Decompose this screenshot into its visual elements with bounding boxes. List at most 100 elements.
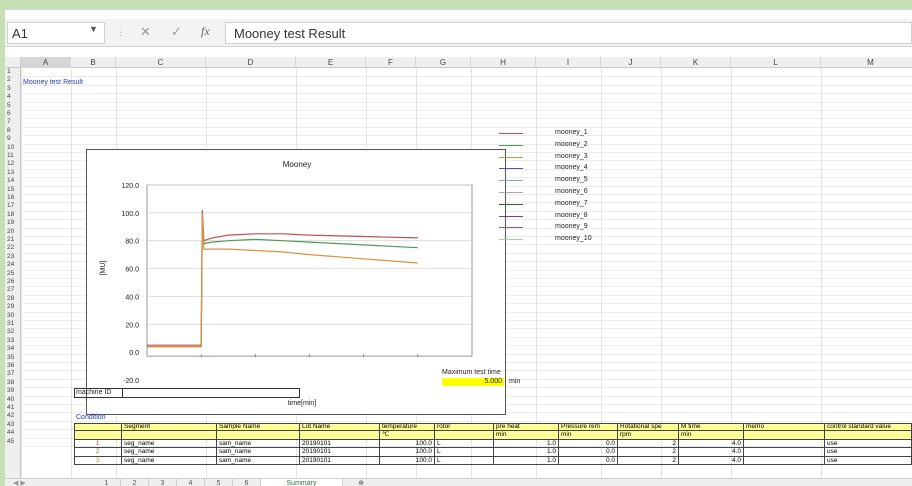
table-cell[interactable]: 20190101 xyxy=(300,456,380,465)
table-unit-cell[interactable] xyxy=(217,431,300,440)
table-cell[interactable]: 2 xyxy=(618,448,679,457)
column-header-a[interactable]: A xyxy=(21,57,71,68)
max-test-time-value[interactable]: 5.000 xyxy=(442,378,504,386)
cancel-icon[interactable]: ✕ xyxy=(140,24,151,40)
column-header-j[interactable]: J xyxy=(601,57,661,68)
table-cell[interactable]: 0.0 xyxy=(559,456,618,465)
table-unit-blank[interactable] xyxy=(74,431,122,440)
row-header-3[interactable]: 3 xyxy=(5,85,21,93)
table-cell[interactable]: 20190101 xyxy=(300,448,380,457)
row-header-18[interactable]: 18 xyxy=(5,211,21,219)
row-header-9[interactable]: 9 xyxy=(5,135,21,143)
row-header-24[interactable]: 24 xyxy=(5,261,21,269)
column-header-h[interactable]: H xyxy=(471,57,536,68)
table-cell[interactable] xyxy=(744,456,825,465)
column-header-m[interactable]: M xyxy=(821,57,912,68)
table-cell[interactable]: 4.0 xyxy=(679,439,744,449)
row-header-7[interactable]: 7 xyxy=(5,118,21,126)
table-unit-cell[interactable] xyxy=(744,431,825,440)
table-unit-cell[interactable] xyxy=(435,431,494,440)
table-header-cell[interactable]: rotor xyxy=(435,423,494,432)
column-header-i[interactable]: I xyxy=(536,57,601,68)
row-header-20[interactable]: 20 xyxy=(5,228,21,236)
row-header-16[interactable]: 16 xyxy=(5,194,21,202)
table-cell[interactable]: 100.0 xyxy=(380,439,435,449)
add-sheet-icon[interactable]: ⊕ xyxy=(353,479,369,486)
row-header-25[interactable]: 25 xyxy=(5,270,21,278)
table-cell[interactable] xyxy=(744,448,825,457)
column-header-l[interactable]: L xyxy=(731,57,821,68)
row-header-38[interactable]: 38 xyxy=(5,379,21,387)
column-header-d[interactable]: D xyxy=(206,57,296,68)
column-header-g[interactable]: G xyxy=(416,57,471,68)
chevron-down-icon[interactable]: ▼ xyxy=(89,24,98,34)
table-unit-cell[interactable] xyxy=(825,431,912,440)
row-header-22[interactable]: 22 xyxy=(5,244,21,252)
row-header-33[interactable]: 33 xyxy=(5,337,21,345)
table-cell[interactable]: 0.0 xyxy=(559,439,618,449)
table-cell[interactable]: L xyxy=(435,448,494,457)
column-header-b[interactable]: B xyxy=(71,57,116,68)
row-header-17[interactable]: 17 xyxy=(5,202,21,210)
row-header-27[interactable]: 27 xyxy=(5,286,21,294)
column-header-c[interactable]: C xyxy=(116,57,206,68)
table-unit-cell[interactable] xyxy=(300,431,380,440)
table-header-blank[interactable] xyxy=(74,423,122,432)
sheet-tab-6[interactable]: 6 xyxy=(233,479,261,486)
row-header-14[interactable]: 14 xyxy=(5,177,21,185)
table-row-number[interactable]: 3 xyxy=(74,456,122,465)
table-row-number[interactable]: 1 xyxy=(74,439,122,449)
title-cell[interactable]: Mooney test Result xyxy=(23,79,83,87)
table-unit-cell[interactable]: ℃ xyxy=(380,431,435,440)
table-row-number[interactable]: 2 xyxy=(74,448,122,457)
row-header-4[interactable]: 4 xyxy=(5,93,21,101)
machine-id-input[interactable] xyxy=(123,389,299,397)
table-cell[interactable]: L xyxy=(435,439,494,449)
row-header-8[interactable]: 8 xyxy=(5,127,21,135)
select-all-corner[interactable] xyxy=(5,57,21,68)
table-cell[interactable]: seg_name xyxy=(122,439,217,449)
table-header-cell[interactable]: temperature xyxy=(380,423,435,432)
table-header-cell[interactable]: Rotational spe xyxy=(618,423,679,432)
table-header-cell[interactable]: Lot Name xyxy=(300,423,380,432)
table-cell[interactable] xyxy=(744,439,825,449)
table-header-cell[interactable]: pre heat xyxy=(494,423,559,432)
row-header-39[interactable]: 39 xyxy=(5,387,21,395)
row-header-6[interactable]: 6 xyxy=(5,110,21,118)
table-unit-cell[interactable] xyxy=(122,431,217,440)
sheet-tab-4[interactable]: 4 xyxy=(177,479,205,486)
table-header-cell[interactable]: Pressure rem xyxy=(559,423,618,432)
row-header-23[interactable]: 23 xyxy=(5,253,21,261)
table-cell[interactable]: seg_name xyxy=(122,448,217,457)
table-header-cell[interactable]: M time xyxy=(679,423,744,432)
table-cell[interactable]: sam_name xyxy=(217,448,300,457)
formula-input[interactable]: Mooney test Result xyxy=(225,22,912,44)
row-header-31[interactable]: 31 xyxy=(5,320,21,328)
tab-scroll-icon[interactable]: ◀ ▶ xyxy=(13,479,26,486)
table-cell[interactable]: sam_name xyxy=(217,439,300,449)
row-header-30[interactable]: 30 xyxy=(5,312,21,320)
table-cell[interactable]: 100.0 xyxy=(380,456,435,465)
confirm-icon[interactable]: ✓ xyxy=(171,24,182,40)
table-unit-cell[interactable]: min xyxy=(679,431,744,440)
row-header-32[interactable]: 32 xyxy=(5,328,21,336)
column-header-k[interactable]: K xyxy=(661,57,731,68)
table-header-cell[interactable]: memo xyxy=(744,423,825,432)
table-header-cell[interactable]: Segment xyxy=(122,423,217,432)
row-header-13[interactable]: 13 xyxy=(5,169,21,177)
table-header-cell[interactable]: control standard value xyxy=(825,423,912,432)
row-header-35[interactable]: 35 xyxy=(5,354,21,362)
column-header-e[interactable]: E xyxy=(296,57,366,68)
table-cell[interactable]: 1.0 xyxy=(494,439,559,449)
cell-grid[interactable]: Mooney test Result 120.0 100.0 80.0 60.0 40.… xyxy=(21,68,912,478)
row-header-40[interactable]: 40 xyxy=(5,396,21,404)
row-header-15[interactable]: 15 xyxy=(5,186,21,194)
row-header-26[interactable]: 26 xyxy=(5,278,21,286)
table-cell[interactable]: L xyxy=(435,456,494,465)
row-header-45[interactable]: 45 xyxy=(5,438,21,446)
function-icon[interactable]: fx xyxy=(201,24,210,39)
table-unit-cell[interactable]: min xyxy=(494,431,559,440)
sheet-tab-summary[interactable]: Summary xyxy=(261,479,343,486)
row-header-11[interactable]: 11 xyxy=(5,152,21,160)
table-unit-cell[interactable]: rpm xyxy=(618,431,679,440)
